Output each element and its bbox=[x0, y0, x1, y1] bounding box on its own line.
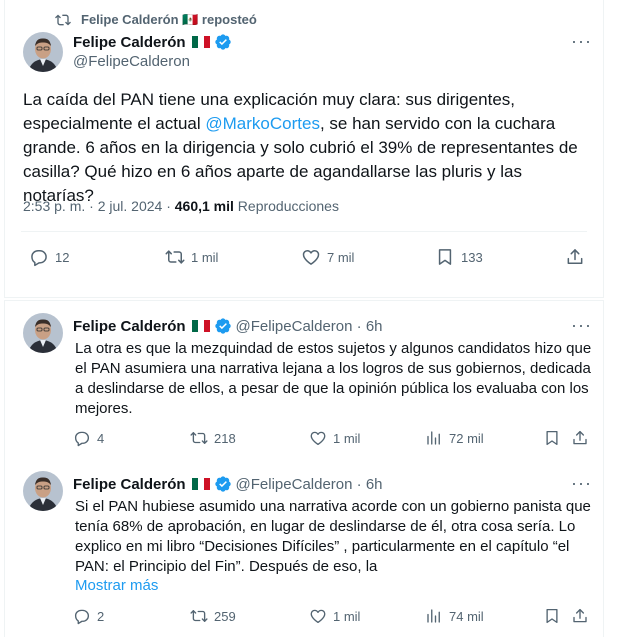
reply-header[interactable]: Felipe Calderón @FelipeCalderon · 6h bbox=[73, 475, 383, 493]
repost-button[interactable]: 259 bbox=[190, 607, 236, 625]
bookmark-button[interactable] bbox=[543, 429, 561, 447]
reply-icon bbox=[74, 431, 90, 447]
mexico-flag-icon bbox=[191, 320, 210, 332]
more-icon[interactable]: ··· bbox=[571, 32, 591, 54]
reply-text: La otra es que la mezquindad de estos su… bbox=[75, 340, 592, 417]
views-count: 74 mil bbox=[449, 608, 484, 624]
views-label: Reproducciones bbox=[233, 198, 339, 214]
like-button[interactable]: 1 mil bbox=[309, 429, 360, 447]
reply-text: Si el PAN hubiese asumido una narrativa … bbox=[75, 498, 591, 575]
author-name[interactable]: Felipe Calderón bbox=[73, 318, 186, 335]
bookmark-icon bbox=[438, 249, 452, 265]
tweet-text: La caída del PAN tiene una explicación m… bbox=[23, 88, 595, 208]
like-icon bbox=[310, 431, 326, 446]
repost-icon bbox=[190, 432, 208, 444]
reply-icon bbox=[31, 250, 47, 267]
verified-badge-icon bbox=[214, 34, 231, 50]
repost-text: Felipe Calderón 🇲🇽 reposteó bbox=[81, 12, 257, 27]
author-name[interactable]: Felipe Calderón bbox=[73, 34, 186, 51]
avatar[interactable] bbox=[23, 32, 63, 72]
reply-button[interactable]: 2 bbox=[73, 607, 104, 625]
share-icon bbox=[567, 249, 583, 264]
share-button[interactable] bbox=[565, 247, 585, 267]
views-count: 460,1 mil bbox=[174, 198, 234, 214]
mexico-flag-icon bbox=[191, 478, 210, 490]
share-icon bbox=[573, 430, 587, 445]
reply-button[interactable]: 12 bbox=[29, 247, 69, 267]
reply-count: 2 bbox=[97, 608, 105, 624]
reply-count: 4 bbox=[97, 430, 105, 446]
like-button[interactable]: 1 mil bbox=[309, 607, 360, 625]
like-icon bbox=[310, 609, 326, 624]
main-tweet: Felipe Calderón 🇲🇽 reposteó Felipe Calde… bbox=[4, 0, 604, 298]
bookmark-icon bbox=[546, 430, 558, 446]
views-button[interactable]: 72 mil bbox=[425, 429, 484, 447]
views-icon bbox=[427, 431, 440, 445]
repost-icon bbox=[190, 610, 208, 622]
thread-replies: Felipe Calderón @FelipeCalderon · 6h ···… bbox=[4, 300, 604, 637]
repost-icon bbox=[165, 250, 185, 264]
avatar[interactable] bbox=[23, 313, 63, 353]
reply-button[interactable]: 4 bbox=[73, 429, 104, 447]
mexico-flag-icon bbox=[191, 36, 210, 48]
reply-header[interactable]: Felipe Calderón @FelipeCalderon · 6h bbox=[73, 317, 383, 335]
like-count: 1 mil bbox=[333, 608, 361, 624]
bookmark-icon bbox=[546, 608, 558, 624]
repost-indicator[interactable]: Felipe Calderón 🇲🇽 reposteó bbox=[55, 12, 257, 28]
like-count: 1 mil bbox=[333, 430, 361, 446]
views-count: 72 mil bbox=[449, 430, 484, 446]
share-button[interactable] bbox=[571, 607, 589, 625]
views-icon bbox=[427, 609, 440, 623]
views-button[interactable]: 74 mil bbox=[425, 607, 484, 625]
verified-badge-icon bbox=[214, 476, 231, 492]
more-icon[interactable]: ··· bbox=[571, 474, 591, 496]
repost-count: 259 bbox=[214, 608, 236, 624]
share-button[interactable] bbox=[571, 429, 589, 447]
like-icon bbox=[302, 250, 320, 265]
share-icon bbox=[573, 608, 587, 623]
repost-button[interactable]: 218 bbox=[190, 429, 236, 447]
repost-count: 1 mil bbox=[191, 249, 219, 265]
bookmark-button[interactable]: 133 bbox=[435, 247, 483, 267]
tweet-meta: 2:53 p. m. · 2 jul. 2024 · 460,1 mil Rep… bbox=[23, 198, 339, 214]
repost-count: 218 bbox=[214, 430, 236, 446]
like-count: 7 mil bbox=[327, 249, 355, 265]
repost-icon bbox=[55, 14, 71, 26]
like-button[interactable]: 7 mil bbox=[301, 247, 354, 267]
divider bbox=[21, 231, 587, 232]
author-handle[interactable]: @FelipeCalderon · 6h bbox=[236, 476, 383, 493]
tweet-timestamp[interactable]: 2:53 p. m. · 2 jul. 2024 · bbox=[23, 198, 175, 214]
author-handle[interactable]: @FelipeCalderon bbox=[73, 53, 190, 70]
author-name[interactable]: Felipe Calderón bbox=[73, 476, 186, 493]
reply-count: 12 bbox=[55, 249, 70, 265]
bookmark-button[interactable] bbox=[543, 607, 561, 625]
avatar[interactable] bbox=[23, 471, 63, 511]
more-icon[interactable]: ··· bbox=[571, 316, 591, 338]
show-more-link[interactable]: Mostrar más bbox=[75, 577, 158, 594]
bookmark-count: 133 bbox=[461, 249, 483, 265]
reply-icon bbox=[74, 609, 90, 625]
repost-button[interactable]: 1 mil bbox=[165, 247, 218, 267]
author-name-row[interactable]: Felipe Calderón bbox=[73, 33, 232, 51]
mention-link[interactable]: @MarkoCortes bbox=[205, 114, 320, 133]
author-handle[interactable]: @FelipeCalderon · 6h bbox=[236, 318, 383, 335]
verified-badge-icon bbox=[214, 318, 231, 334]
